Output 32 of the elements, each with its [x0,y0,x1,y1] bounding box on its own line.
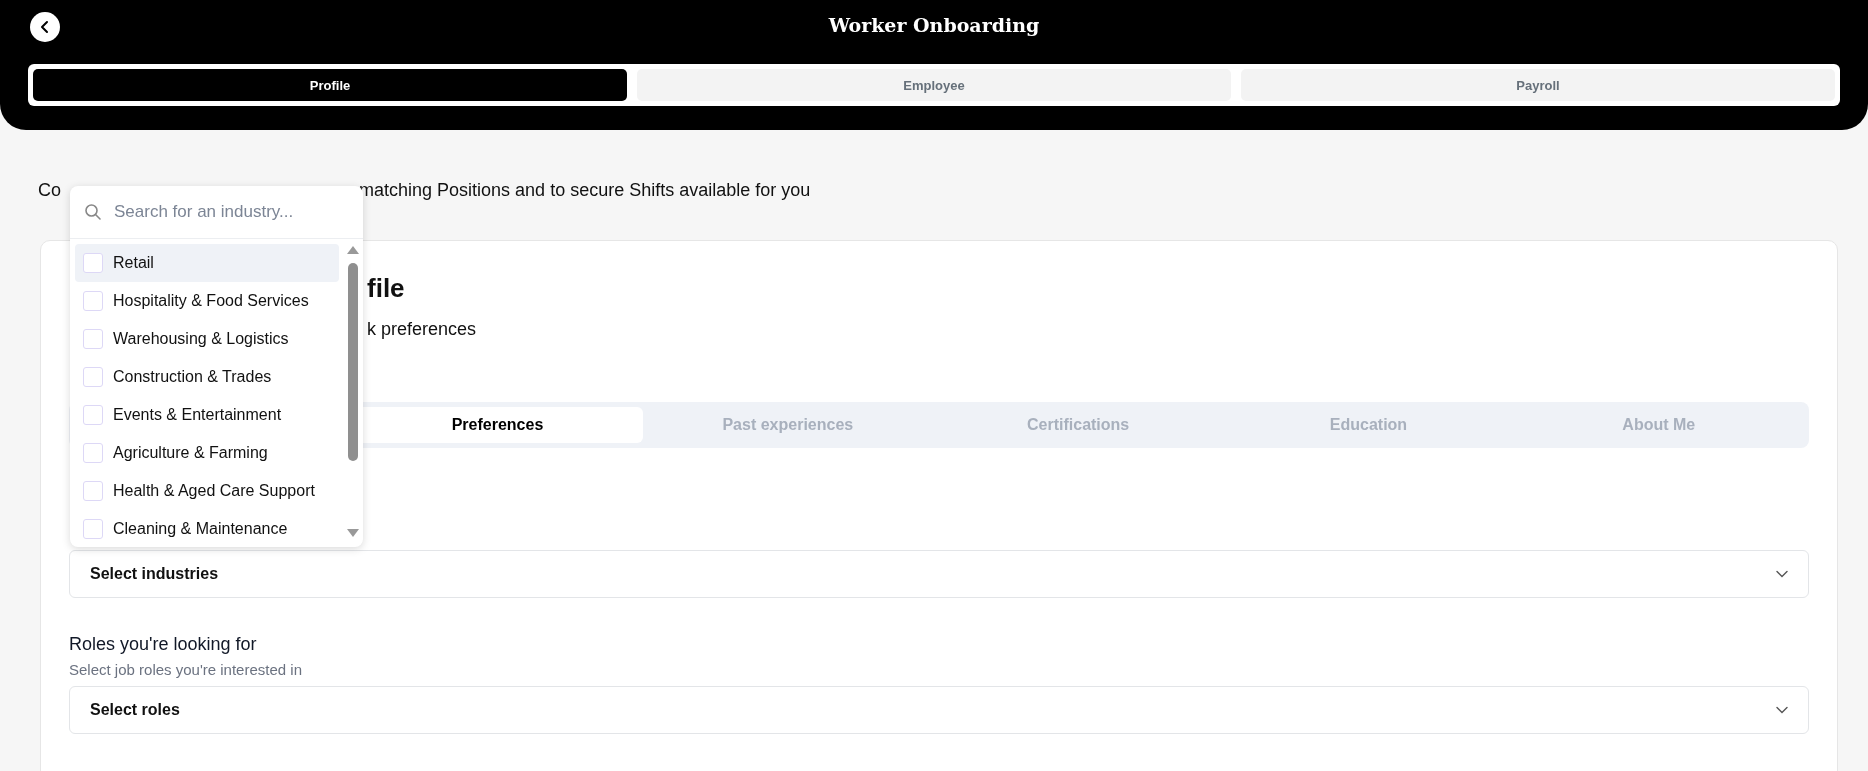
checkbox[interactable] [83,481,103,501]
checkbox[interactable] [83,367,103,387]
card-title: file [367,273,406,305]
checkbox[interactable] [83,253,103,273]
field-hint: Select job roles you're interested in [69,661,303,678]
page-title: Worker Onboarding [828,14,1040,36]
chevron-down-icon [1776,706,1788,714]
search-icon [84,203,102,221]
card-subtitle: k preferences [367,319,478,340]
checkbox[interactable] [83,405,103,425]
intro-text: Co [38,180,61,202]
industry-option[interactable]: Cleaning & Maintenance [75,510,339,547]
checkbox[interactable] [83,291,103,311]
industry-option[interactable]: Warehousing & Logistics [75,320,339,358]
industry-option[interactable]: Hospitality & Food Services [75,282,339,320]
checkbox[interactable] [83,443,103,463]
select-field[interactable]: Select industries [69,550,1809,598]
step-tab[interactable]: Payroll [1241,69,1835,101]
industry-option[interactable]: Events & Entertainment [75,396,339,434]
step-tab[interactable]: Profile [33,69,627,101]
industry-option[interactable]: Agriculture & Farming [75,434,339,472]
checkbox[interactable] [83,519,103,539]
intro-text: matching Positions and to secure Shifts available for you [359,180,811,202]
industry-option[interactable]: Retail [75,244,339,282]
industry-option[interactable]: Construction & Trades [75,358,339,396]
chevron-down-icon [1776,570,1788,578]
industry-option[interactable]: Health & Aged Care Support [75,472,339,510]
back-button[interactable] [30,12,60,42]
checkbox[interactable] [83,329,103,349]
select-field[interactable]: Select roles [69,686,1809,734]
step-tab[interactable]: Employee [637,69,1231,101]
field-label: Roles you're looking for [69,634,258,655]
